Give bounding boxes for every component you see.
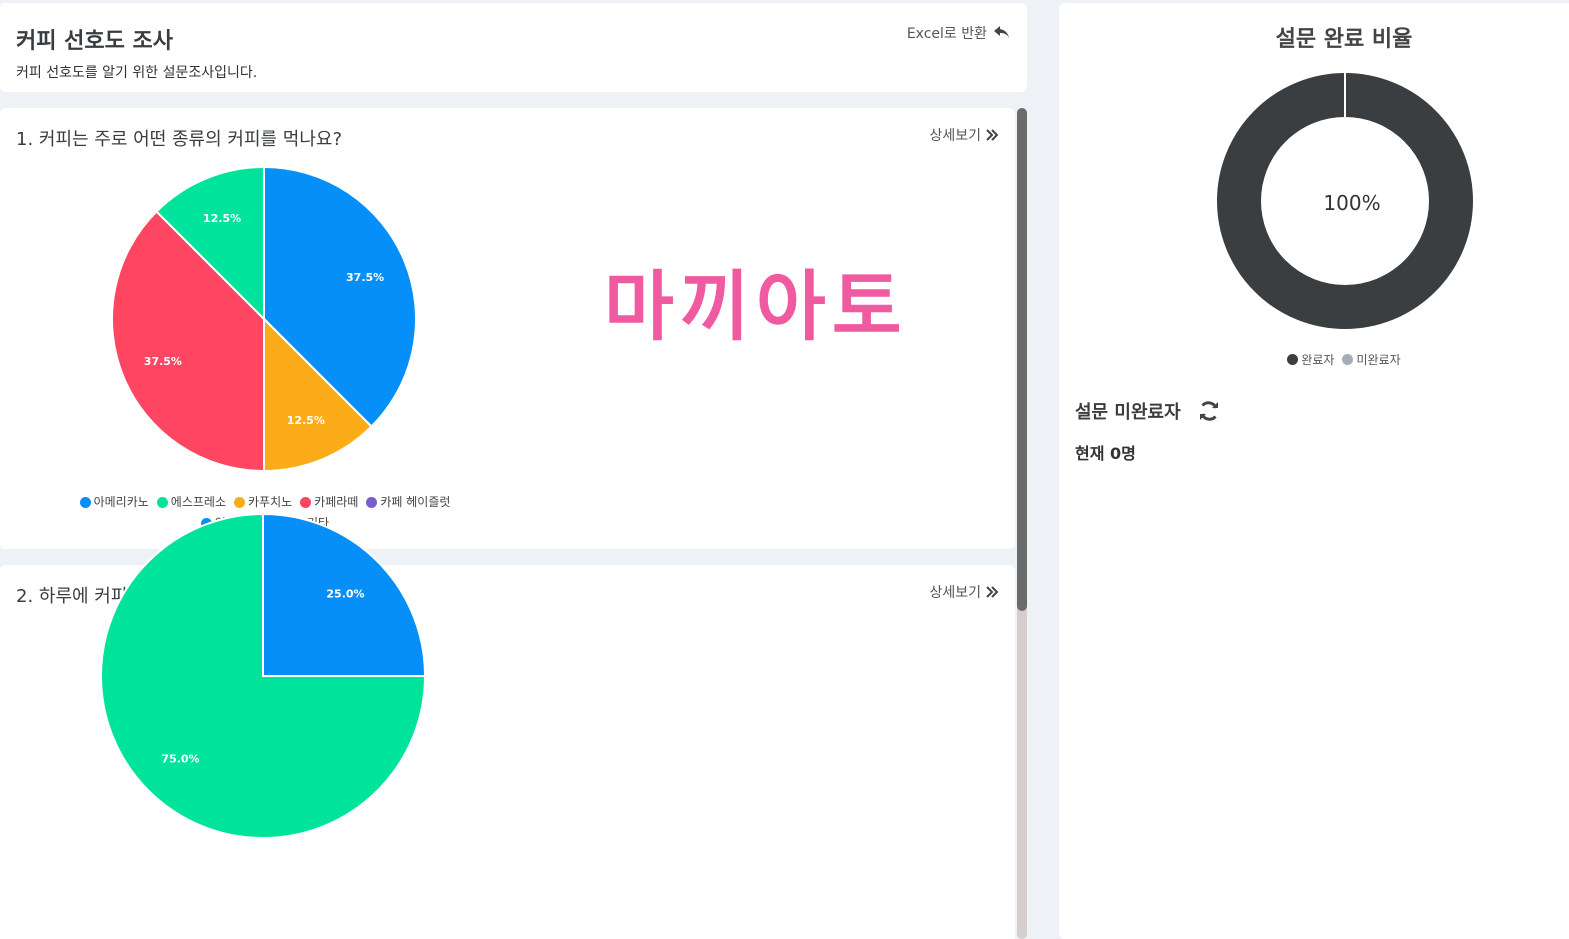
overlay-watermark-text: 마끼아토 [604,262,908,351]
legend-label: 카페 헤이즐럿 [380,495,451,509]
q2-label-0: 25.0% [326,588,364,601]
legend-dot-icon [234,497,245,508]
donut-center-label: 100% [1323,191,1380,215]
legend-dot-icon [366,497,378,508]
q1-label-2: 12.5% [287,414,325,427]
completion-sidebar-card: 설문 완료 비율 100% 완료자 미완료자 설문 미완료자 현재 0명 [1059,3,1569,939]
completion-chart-title: 설문 완료 비율 [1275,27,1413,52]
q1-label-0: 37.5% [346,271,384,284]
completion-legend: 완료자 미완료자 [1059,351,1569,368]
completion-legend-item[interactable]: 미완료자 [1342,351,1401,368]
legend-item-q1[interactable]: 에스프레소 [156,493,226,512]
legend-dot-icon [300,497,312,508]
q2-label-1: 75.0% [161,752,199,765]
legend-dot-icon [1287,354,1299,365]
refresh-icon[interactable] [1197,399,1221,423]
page-description: 커피 선호도를 알기 위한 설문조사입니다. [16,65,258,81]
legend-label: 아메리카노 [93,495,149,509]
completion-legend-item[interactable]: 완료자 [1287,351,1334,368]
legend-label: 에스프레소 [170,495,226,509]
detail-view-button-1[interactable]: 상세보기 [929,125,999,145]
detail-view-label-1: 상세보기 [929,128,981,144]
legend-item-q1[interactable]: 아메리카노 [79,493,149,512]
legend-dot-icon [156,497,168,508]
page-title: 커피 선호도 조사 [16,29,173,54]
excel-export-button[interactable]: Excel로 반환 [907,23,1011,43]
incomplete-respondents-title: 설문 미완료자 [1075,402,1181,423]
double-chevron-right-icon [986,129,999,141]
legend-label: 완료자 [1301,353,1335,367]
double-chevron-right-icon [986,586,999,598]
detail-view-label-2: 상세보기 [929,585,981,601]
legend-item-q1[interactable]: 카페 헤이즐럿 [366,493,450,512]
legend-dot-icon [1342,354,1354,365]
legend-label: 카페라떼 [314,495,359,509]
detail-view-button-2[interactable]: 상세보기 [929,582,999,602]
reply-arrow-icon [994,26,1009,38]
scrollbar-thumb[interactable] [1017,108,1027,611]
incomplete-respondents-heading: 설문 미완료자 [1075,398,1221,424]
pie-chart-q1: 37.5% 12.5% 37.5% 12.5% [111,165,417,473]
completion-donut-chart: 100% [1217,73,1473,329]
q1-label-6: 12.5% [203,212,241,225]
incomplete-respondents-count: 현재 0명 [1075,444,1136,463]
legend-item-q1[interactable]: 카푸치노 [234,493,292,512]
legend-label: 미완료자 [1356,353,1401,367]
pie-chart-q2: 25.0% 75.0% [100,513,427,839]
legend-item-q1[interactable]: 카페라떼 [300,493,358,512]
excel-export-label: Excel로 반환 [906,26,987,42]
legend-label: 카푸치노 [248,495,293,509]
question-title-1: 1. 커피는 주로 어떤 종류의 커피를 먹나요? [16,129,343,150]
survey-header-card: 커피 선호도 조사 커피 선호도를 알기 위한 설문조사입니다. Excel로 … [0,3,1027,92]
q1-label-3: 37.5% [144,355,182,368]
legend-dot-icon [79,497,91,508]
